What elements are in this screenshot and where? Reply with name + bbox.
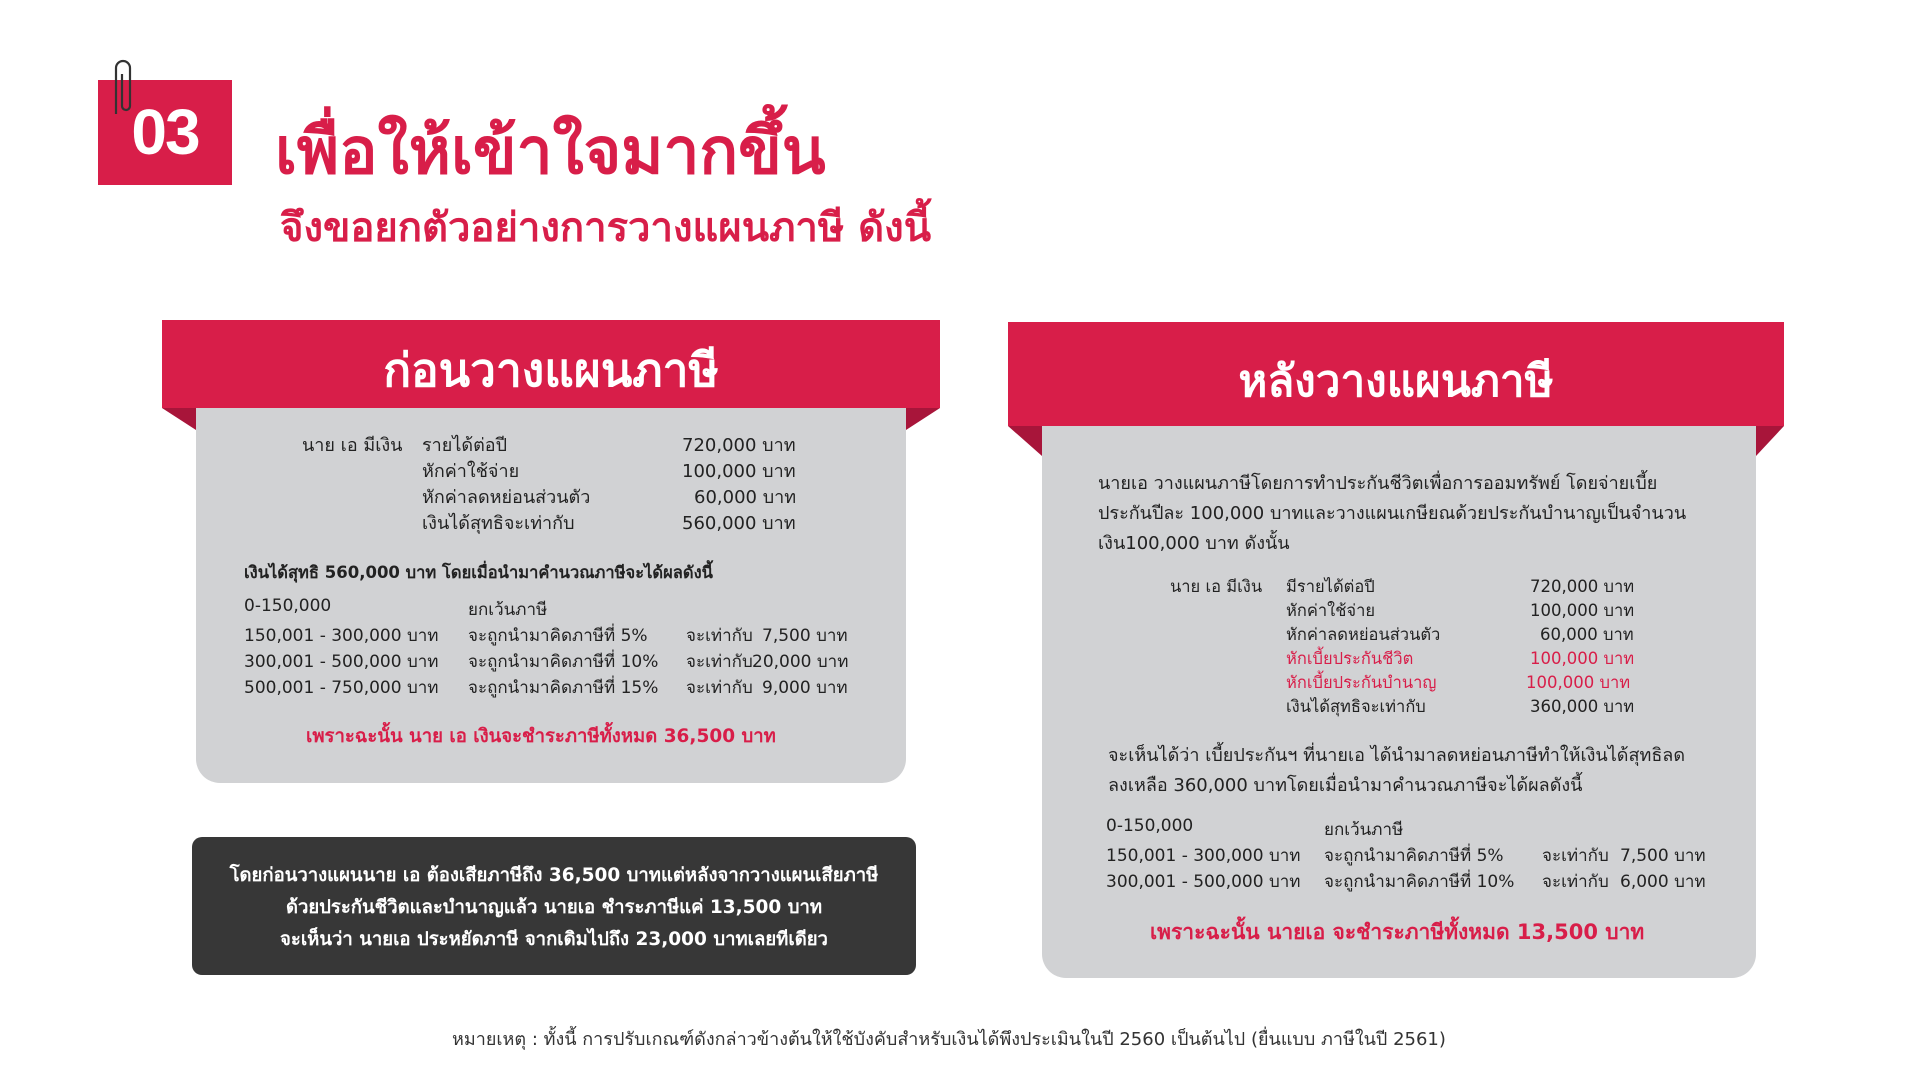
summary-line: จะเห็นว่า นายเอ ประหยัดภาษี จากเดิมไปถึง… (280, 929, 828, 950)
before-tax-eq: จะเท่ากับ (686, 626, 753, 646)
after-tax-amount: 6,000 บาท (1620, 872, 1706, 892)
before-conclusion: เพราะฉะนั้น นาย เอ เงินจะชำระภาษีทั้งหมด… (306, 726, 776, 747)
page-title: เพื่อให้เข้าใจมากขึ้น (275, 115, 826, 189)
summary-box: โดยก่อนวางแผนนาย เอ ต้องเสียภาษีถึง 36,5… (192, 837, 916, 975)
after-income-value-highlight: 100,000 บาท (1530, 649, 1635, 668)
before-tax-amount: 7,500 บาท (762, 626, 848, 646)
before-tax-range: 150,001 - 300,000 บาท (244, 626, 439, 646)
before-income-value: 100,000 บาท (682, 461, 796, 482)
after-heading: หลังวางแผนภาษี (1238, 356, 1554, 407)
before-income-value: 720,000 บาท (682, 435, 796, 456)
after-intro-line: นายเอ วางแผนภาษีโดยการทำประกันชีวิตเพื่อ… (1098, 473, 1658, 494)
before-tax-range: 0-150,000 (244, 596, 332, 616)
before-tax-rate: ยกเว้นภาษี (468, 600, 548, 620)
before-income-label: รายได้ต่อปี (422, 435, 507, 456)
after-income-label: หักค่าใช้จ่าย (1286, 601, 1376, 620)
before-tax-eq: จะเท่ากับ (686, 678, 753, 698)
summary-line: ด้วยประกันชีวิตและบำนาญแล้ว นายเอ ชำระภา… (285, 897, 823, 918)
before-tax-rate: จะถูกนำมาคิดภาษีที่ 10% (468, 652, 659, 672)
before-card: นาย เอ มีเงิน รายได้ต่อปี 720,000 บาท หั… (196, 408, 906, 783)
after-intro-line: เงิน100,000 บาท ดังนั้น (1098, 533, 1290, 554)
after-intro-line: ประกันปีละ 100,000 บาทและวางแผนเกษียณด้ว… (1098, 503, 1687, 524)
after-income-value: 360,000 บาท (1530, 697, 1635, 716)
before-income-label: หักค่าลดหย่อนส่วนตัว (422, 487, 591, 508)
paperclip-icon (114, 59, 132, 114)
before-tax-eq: จะเท่ากับ (686, 652, 753, 672)
after-income-label: เงินได้สุทธิจะเท่ากับ (1286, 697, 1426, 716)
footnote: หมายเหตุ : ทั้งนี้ การปรับเกณฑ์ดังกล่าวข… (452, 1029, 1446, 1050)
before-tax-rate: จะถูกนำมาคิดภาษีที่ 15% (468, 678, 659, 698)
after-tax-rate: ยกเว้นภาษี (1324, 820, 1404, 840)
after-income-value: 720,000 บาท (1530, 577, 1635, 596)
after-income-label-highlight: หักเบี้ยประกันบำนาญ (1286, 673, 1437, 692)
after-income-label: มีรายได้ต่อปี (1286, 577, 1375, 596)
after-person: นาย เอ มีเงิน (1170, 577, 1263, 596)
after-tax-amount: 7,500 บาท (1620, 846, 1706, 866)
after-income-value: 60,000 บาท (1540, 625, 1634, 644)
after-tax-range: 0-150,000 (1106, 816, 1194, 836)
after-tax-rate: จะถูกนำมาคิดภาษีที่ 10% (1324, 872, 1515, 892)
before-tax-range: 300,001 - 500,000 บาท (244, 652, 439, 672)
before-net-note: เงินได้สุทธิ 560,000 บาท โดยเมื่อนำมาคำน… (244, 563, 713, 582)
after-heading-banner: หลังวางแผนภาษี (1008, 322, 1784, 426)
before-heading-banner: ก่อนวางแผนภาษี (162, 320, 940, 408)
before-tax-amount: 20,000 บาท (752, 652, 849, 672)
after-tax-rate: จะถูกนำมาคิดภาษีที่ 5% (1324, 846, 1504, 866)
banner-fold-right (1756, 426, 1784, 456)
before-income-label: หักค่าใช้จ่าย (422, 461, 520, 482)
before-income-value: 60,000 บาท (694, 487, 797, 508)
before-tax-range: 500,001 - 750,000 บาท (244, 678, 439, 698)
summary-line: โดยก่อนวางแผนนาย เอ ต้องเสียภาษีถึง 36,5… (229, 865, 879, 886)
after-conclusion: เพราะฉะนั้น นายเอ จะชำระภาษีทั้งหมด 13,5… (1150, 920, 1645, 944)
before-heading: ก่อนวางแผนภาษี (383, 343, 719, 397)
after-tax-eq: จะเท่ากับ (1542, 872, 1609, 892)
before-person: นาย เอ มีเงิน (302, 435, 403, 456)
after-income-value-highlight: 100,000 บาท (1526, 673, 1631, 692)
after-tax-range: 150,001 - 300,000 บาท (1106, 846, 1301, 866)
after-income-label-highlight: หักเบี้ยประกันชีวิต (1286, 649, 1414, 668)
before-income-label: เงินได้สุทธิจะเท่ากับ (422, 513, 575, 534)
after-explain-line: จะเห็นได้ว่า เบี้ยประกันฯ ที่นายเอ ได้นำ… (1108, 745, 1686, 766)
after-income-value: 100,000 บาท (1530, 601, 1635, 620)
before-income-value: 560,000 บาท (682, 513, 796, 534)
banner-fold-left (162, 408, 196, 430)
after-income-label: หักค่าลดหย่อนส่วนตัว (1286, 625, 1441, 644)
page-subtitle: จึงขอยกตัวอย่างการวางแผนภาษี ดังนี้ (280, 205, 932, 251)
after-tax-range: 300,001 - 500,000 บาท (1106, 872, 1301, 892)
after-explain-line: ลงเหลือ 360,000 บาทโดยเมื่อนำมาคำนวณภาษี… (1108, 775, 1583, 796)
before-tax-amount: 9,000 บาท (762, 678, 848, 698)
banner-fold-left (1008, 426, 1042, 456)
after-tax-eq: จะเท่ากับ (1542, 846, 1609, 866)
after-card: นายเอ วางแผนภาษีโดยการทำประกันชีวิตเพื่อ… (1042, 426, 1756, 978)
before-tax-rate: จะถูกนำมาคิดภาษีที่ 5% (468, 626, 648, 646)
banner-fold-right (906, 408, 940, 430)
